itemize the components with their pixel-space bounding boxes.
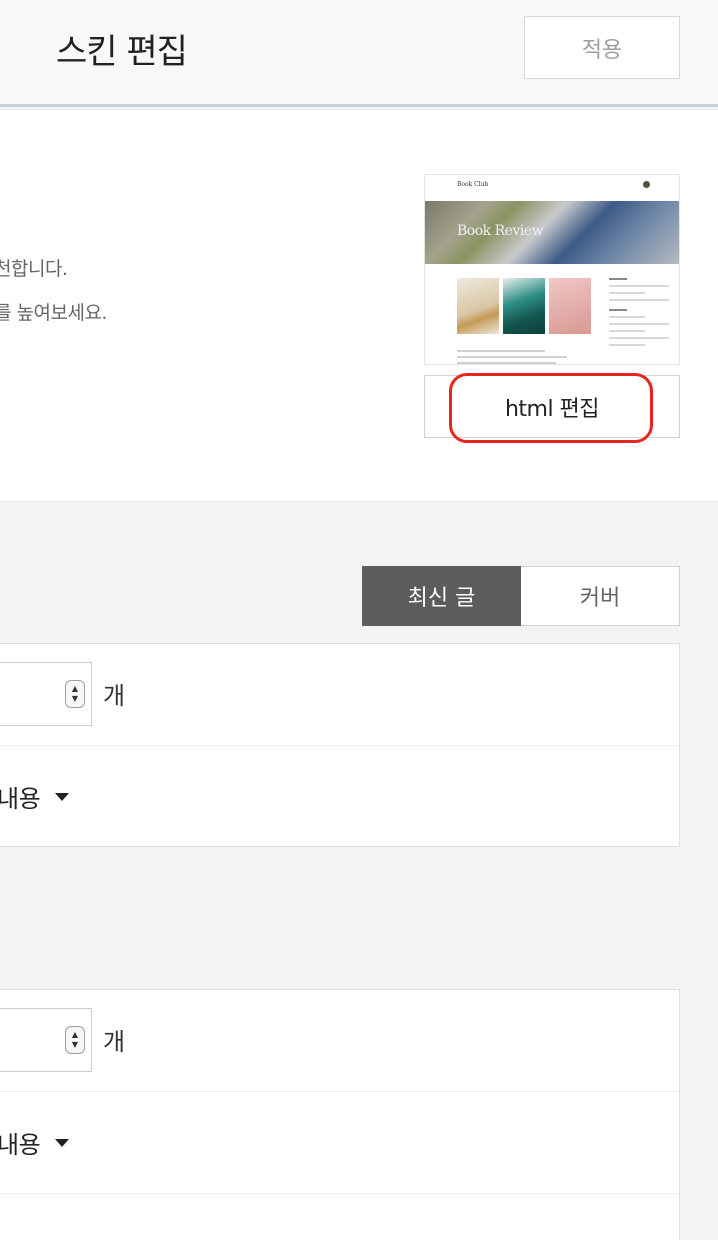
post-type-tabs: 최신 글 커버	[362, 566, 680, 626]
skin-description-line-2: 를 높여보세요.	[0, 302, 107, 324]
chevron-up-icon: ▲	[71, 1030, 79, 1039]
chevron-down-icon: ▼	[71, 694, 79, 703]
settings-panel-2: ▲ ▼ 개 내용	[0, 989, 680, 1240]
count-unit-label: 개	[103, 682, 126, 710]
display-select-value[interactable]: 내용	[0, 779, 41, 814]
count-row: ▲ ▼ 개	[0, 644, 679, 746]
cut-off-row	[0, 1194, 679, 1240]
html-edit-button[interactable]: html 편집	[424, 373, 680, 443]
chevron-up-icon: ▲	[71, 684, 79, 693]
preview-book-cover	[549, 278, 591, 334]
display-select-value[interactable]: 내용	[0, 1125, 41, 1160]
tab-cover[interactable]: 커버	[521, 566, 680, 626]
chevron-down-icon: ▼	[71, 1040, 79, 1049]
preview-brand: Book Club	[457, 181, 489, 188]
preview-hero-text: Book Review	[457, 223, 544, 239]
preview-book-cover	[457, 278, 499, 334]
preview-book-cover	[503, 278, 545, 334]
preview-sidebar	[609, 278, 669, 351]
preview-post-lines	[457, 350, 567, 364]
count-unit-label: 개	[103, 1028, 126, 1056]
settings-panel-1: ▲ ▼ 개 내용	[0, 643, 680, 847]
skin-description-line-1: 천합니다.	[0, 258, 68, 280]
number-spinner-icon[interactable]: ▲ ▼	[65, 1026, 85, 1054]
tab-latest[interactable]: 최신 글	[362, 566, 521, 626]
html-edit-label: html 편집	[504, 396, 600, 422]
display-select-row[interactable]: 내용	[0, 746, 679, 848]
skin-preview-thumbnail: Book Club Book Review	[424, 174, 680, 365]
preview-nav	[457, 193, 547, 208]
header-bar: 스킨 편집 적용	[0, 0, 718, 107]
caret-down-icon[interactable]	[55, 793, 69, 801]
number-spinner-icon[interactable]: ▲ ▼	[65, 680, 85, 708]
skin-info-section: 천합니다. 를 높여보세요. Book Club Book Review htm…	[0, 110, 718, 502]
preview-profile-dot	[643, 181, 650, 188]
page-title: 스킨 편집	[56, 32, 188, 72]
count-row: ▲ ▼ 개	[0, 990, 679, 1092]
display-select-row[interactable]: 내용	[0, 1092, 679, 1194]
preview-hero-image: Book Review	[425, 201, 679, 264]
caret-down-icon[interactable]	[55, 1139, 69, 1147]
skin-editor-page: 스킨 편집 적용 천합니다. 를 높여보세요. Book Club Book R…	[0, 0, 718, 1240]
apply-button[interactable]: 적용	[524, 16, 680, 79]
